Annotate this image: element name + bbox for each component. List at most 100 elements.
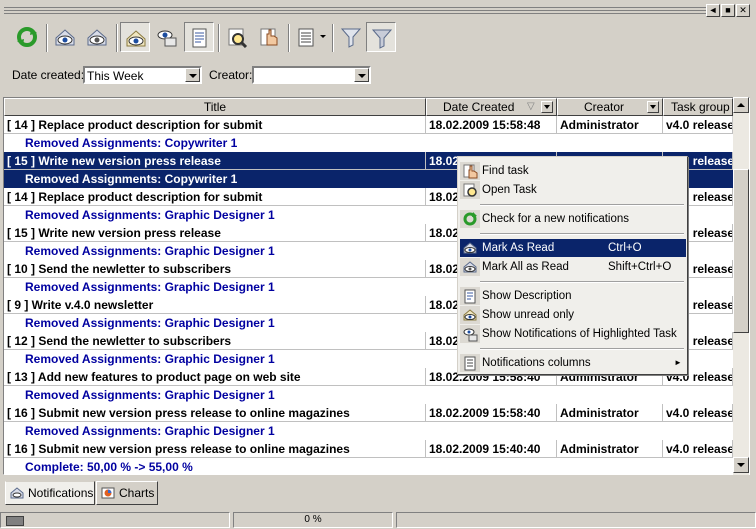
filter-button[interactable] (336, 22, 366, 52)
table-row-detail[interactable]: Removed Assignments: Copywriter 1 (4, 134, 733, 152)
menu-item-check-for-a-new-notifications[interactable]: Check for a new notifications (460, 210, 686, 228)
cell-group: v4.0 release (663, 440, 733, 457)
menu-item-show-description[interactable]: Show Description (460, 287, 686, 305)
cell-creator: Administrator (557, 116, 663, 133)
column-header-title[interactable]: Title (4, 98, 426, 116)
menu-item-label: Mark All as Read (482, 261, 569, 273)
menu-item-open-task[interactable]: Open Task (460, 181, 686, 199)
menu-item-label: Show Description (482, 290, 572, 302)
column-header-date-created-label: Date Created (443, 100, 515, 114)
date-created-value: This Week (87, 69, 144, 83)
close-window-button[interactable]: ✕ (736, 4, 750, 17)
menu-item-show-notifications-of-highlighted-task[interactable]: Show Notifications of Highlighted Task (460, 325, 686, 343)
eye-all-read-icon (463, 261, 477, 273)
menu-item-find-task[interactable]: Find task (460, 162, 686, 180)
menu-item-notifications-columns[interactable]: Notifications columns ► (460, 354, 686, 372)
show-highlighted-task-button[interactable] (152, 22, 182, 52)
creator-label: Creator: (209, 68, 253, 82)
menu-item-label: Show Notifications of Highlighted Task (482, 328, 677, 340)
menu-item-label: Check for a new notifications (482, 213, 630, 225)
restore-window-button[interactable]: ◄ (706, 4, 720, 17)
open-task-icon (260, 28, 278, 46)
eye-read-icon (463, 242, 477, 254)
scroll-thumb[interactable] (733, 169, 749, 333)
status-bar: 0 % (0, 510, 756, 529)
scroll-up-button[interactable] (733, 97, 749, 113)
eye-read-icon (55, 29, 75, 46)
tab-notifications-label: Notifications (28, 486, 94, 500)
detail-text: Removed Assignments: Graphic Designer 1 (25, 352, 275, 366)
show-description-button[interactable] (184, 22, 214, 52)
refresh-button[interactable] (12, 22, 42, 52)
tab-charts[interactable]: Charts (96, 481, 158, 505)
cell-date: 18.02.2009 15:58:48 (426, 116, 557, 133)
find-task-icon (228, 28, 248, 48)
filter-clear-button[interactable] (366, 22, 396, 52)
table-row[interactable]: [ 16 ] Submit new version press release … (4, 440, 733, 458)
find-task-button[interactable] (222, 22, 252, 52)
menu-item-label: Show unread only (482, 309, 575, 321)
table-row-detail[interactable]: Removed Assignments: Graphic Designer 1 (4, 422, 733, 440)
mark-all-read-button[interactable] (82, 22, 112, 52)
chevron-down-icon (320, 35, 326, 38)
column-header-creator[interactable]: Creator (557, 98, 663, 116)
detail-text: Removed Assignments: Graphic Designer 1 (25, 388, 275, 402)
chevron-down-icon[interactable] (354, 68, 369, 82)
cell-date: 18.02.2009 15:40:40 (426, 440, 557, 457)
columns-dropdown-button[interactable] (292, 22, 330, 52)
cell-title: [ 16 ] Submit new version press release … (4, 404, 426, 421)
cell-title: [ 10 ] Send the newletter to subscribers (4, 260, 426, 277)
table-row-detail[interactable]: Removed Assignments: Graphic Designer 1 (4, 386, 733, 404)
show-unread-only-button[interactable] (120, 22, 150, 52)
cell-title: [ 14 ] Replace product description for s… (4, 188, 426, 205)
progress-bar: 0 % (233, 512, 393, 528)
cell-group: v4.0 release (663, 116, 733, 133)
description-icon (192, 28, 207, 48)
progress-text: 0 % (304, 514, 322, 525)
creator-select[interactable] (252, 66, 371, 84)
column-filter-dropdown-icon[interactable] (647, 101, 659, 113)
tab-charts-label: Charts (119, 486, 155, 500)
mdi-title-strip: ◄ ■ ✕ (0, 0, 756, 20)
tab-notifications[interactable]: Notifications (5, 481, 95, 505)
notifications-tab-icon (10, 487, 24, 499)
chevron-down-icon[interactable] (185, 68, 200, 82)
detail-text: Removed Assignments: Graphic Designer 1 (25, 424, 275, 438)
columns-icon (298, 28, 314, 47)
find-task-icon (463, 164, 478, 179)
vertical-scrollbar[interactable] (733, 97, 749, 475)
detail-text: Removed Assignments: Copywriter 1 (25, 172, 238, 186)
toolbar (4, 20, 752, 56)
submenu-arrow-icon: ► (674, 358, 682, 367)
menu-item-label: Notifications columns (482, 357, 591, 369)
menu-separator (480, 281, 684, 283)
maximize-window-button[interactable]: ■ (721, 4, 735, 17)
menu-item-mark-all-as-read[interactable]: Mark All as Read Shift+Ctrl+O (460, 258, 686, 276)
menu-item-show-unread-only[interactable]: Show unread only (460, 306, 686, 324)
detail-text: Removed Assignments: Graphic Designer 1 (25, 208, 275, 222)
mark-read-button[interactable] (50, 22, 80, 52)
eye-unread-icon (463, 309, 477, 321)
menu-item-label: Find task (482, 165, 529, 177)
refresh-icon (17, 27, 37, 47)
table-row[interactable]: [ 16 ] Submit new version press release … (4, 404, 733, 422)
context-menu: Find task Open Task Check for a new notifi… (457, 156, 688, 375)
status-indicator-icon (6, 516, 24, 526)
scroll-down-button[interactable] (733, 457, 749, 473)
column-header-task-group[interactable]: Task group (663, 98, 733, 116)
detail-text: Removed Assignments: Copywriter 1 (25, 136, 238, 150)
column-header-date-created[interactable]: Date Created ▽ (426, 98, 557, 116)
eye-highlighted-icon (157, 30, 177, 47)
sort-desc-icon: ▽ (527, 101, 535, 112)
open-task-icon (463, 183, 477, 197)
open-task-button[interactable] (254, 22, 284, 52)
menu-item-mark-as-read[interactable]: Mark As Read Ctrl+O (460, 239, 686, 257)
menu-item-shortcut: Ctrl+O (608, 242, 642, 254)
cell-date: 18.02.2009 15:58:40 (426, 404, 557, 421)
date-created-label: Date created: (12, 68, 85, 82)
table-row[interactable]: [ 14 ] Replace product description for s… (4, 116, 733, 134)
cell-title: [ 13 ] Add new features to product page … (4, 368, 426, 385)
date-created-select[interactable]: This Week (83, 66, 202, 84)
column-filter-dropdown-icon[interactable] (541, 101, 553, 113)
table-row-detail[interactable]: Complete: 50,00 % -> 55,00 % (4, 458, 733, 474)
